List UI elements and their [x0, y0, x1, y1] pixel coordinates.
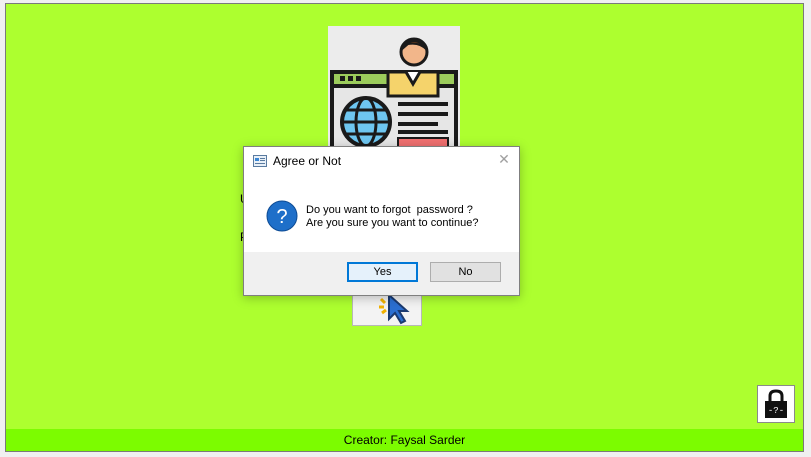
- dialog-message: Do you want to forgot password ? Are you…: [306, 204, 478, 230]
- cursor-icon: [379, 292, 410, 325]
- dialog-button-bar: Yes No: [244, 252, 519, 295]
- status-bar: Creator: Faysal Sarder: [6, 429, 803, 451]
- app-icon: [253, 154, 267, 172]
- dialog-message-line1: Do you want to forgot password ?: [306, 204, 473, 216]
- dialog-title-bar[interactable]: Agree or Not ✕: [244, 147, 519, 175]
- svg-text:?: ?: [276, 206, 287, 228]
- dialog-title: Agree or Not: [273, 154, 342, 168]
- user-web-icon: [328, 26, 460, 154]
- yes-button[interactable]: Yes: [347, 262, 418, 282]
- dialog-message-line2: Are you sure you want to continue?: [306, 217, 479, 229]
- svg-text:-?-: -?-: [768, 406, 784, 416]
- lock-help-button[interactable]: -?-: [757, 385, 795, 423]
- lock-help-icon: -?-: [765, 389, 787, 418]
- confirm-dialog: Agree or Not ✕ ? Do you want to forgot p…: [243, 146, 520, 296]
- question-icon: ?: [266, 200, 298, 237]
- dialog-body: ? Do you want to forgot password ? Are y…: [244, 175, 519, 255]
- close-icon[interactable]: ✕: [497, 152, 511, 166]
- no-button[interactable]: No: [430, 262, 501, 282]
